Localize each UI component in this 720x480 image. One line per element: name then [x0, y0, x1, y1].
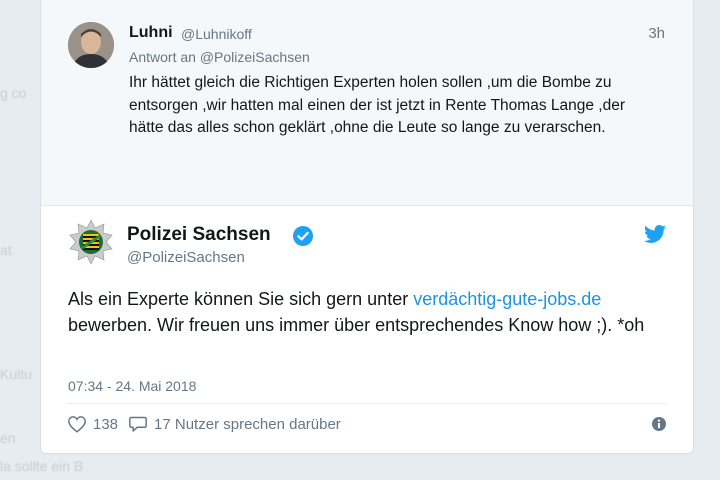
avatar[interactable]	[68, 22, 114, 68]
author-handle[interactable]: @Luhnikoff	[181, 26, 252, 42]
author-handle[interactable]: @PolizeiSachsen	[127, 249, 245, 266]
background-fragment: Kultu	[0, 366, 32, 382]
tweet-text-part: Als ein Experte können Sie sich gern unt…	[68, 289, 414, 309]
author-name[interactable]: Luhni	[129, 24, 173, 42]
speech-bubble-icon	[129, 416, 147, 432]
main-tweet-text: Als ein Experte können Sie sich gern unt…	[68, 286, 668, 338]
reply-prefix: Antwort an	[129, 49, 196, 65]
divider	[67, 403, 667, 404]
tweet-timestamp[interactable]: 07:34 - 24. Mai 2018	[68, 378, 196, 394]
tweet-link[interactable]: verdächtig-gute-jobs.de	[413, 289, 601, 309]
author-name[interactable]: Polizei Sachsen	[127, 224, 271, 246]
twitter-bird-icon[interactable]	[643, 222, 667, 246]
parent-tweet[interactable]: Luhni @Luhnikoff 3h Antwort an @PolizeiS…	[41, 0, 693, 206]
info-icon[interactable]	[651, 416, 667, 432]
tweet-text-part: bewerben. Wir freuen uns immer über ents…	[68, 315, 645, 335]
background-fragment: en	[0, 430, 16, 446]
tweet-actions: 138 17 Nutzer sprechen darüber	[67, 414, 351, 434]
reply-to-line: Antwort an @PolizeiSachsen	[129, 49, 310, 65]
polizei-sachsen-logo[interactable]	[67, 218, 115, 266]
parent-tweet-text: Ihr hättet gleich die Richtigen Experten…	[129, 74, 625, 136]
conversation-text: 17 Nutzer sprechen darüber	[154, 415, 341, 433]
background-fragment: at	[0, 242, 12, 258]
background-fragment: la sollte ein B	[0, 458, 84, 474]
background-fragment: g co	[0, 85, 27, 101]
tweet-time[interactable]: 3h	[648, 25, 665, 42]
like-button[interactable]: 138	[67, 415, 118, 433]
conversation-link[interactable]: 17 Nutzer sprechen darüber	[128, 415, 341, 433]
reply-to-handle[interactable]: @PolizeiSachsen	[200, 49, 310, 65]
heart-icon	[68, 416, 86, 433]
verified-badge-icon	[292, 225, 314, 247]
like-count: 138	[93, 415, 119, 433]
tweet-card: Luhni @Luhnikoff 3h Antwort an @PolizeiS…	[40, 0, 694, 454]
